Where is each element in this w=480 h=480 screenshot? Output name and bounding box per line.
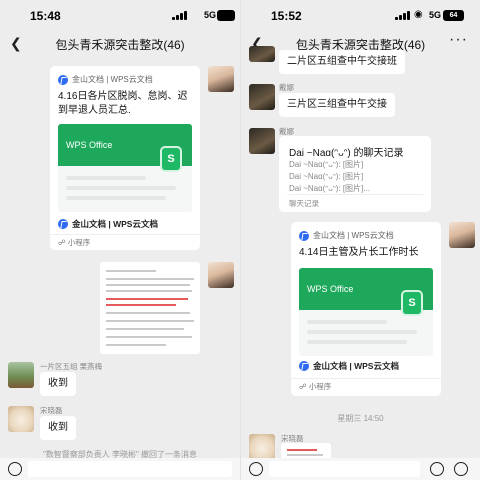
time-separator: 星期三 14:50 [337, 414, 384, 423]
card-brand-label: 金山文档 | WPS云文档 [313, 361, 399, 371]
battery-icon [217, 10, 235, 21]
card-brand: 金山文档 | WPS云文档 [299, 360, 399, 372]
message-input[interactable] [269, 461, 420, 477]
mini-program-label: ☍ 小程序 [291, 378, 441, 394]
history-line: Dai ~Naɑ(ᵔᴗᵔ): [图片] [289, 160, 364, 169]
history-line: Dai ~Naɑ(ᵔᴗᵔ): [图片]... [289, 184, 370, 193]
mini-program-label: ☍ 小程序 [50, 234, 200, 250]
card-source-label: 金山文档 | WPS云文档 [72, 75, 153, 84]
chat-header: ❮ 包头青禾源突击整改(46) [0, 28, 240, 60]
wps-banner: WPS Office S [58, 124, 192, 212]
avatar[interactable] [208, 66, 234, 92]
avatar[interactable] [208, 262, 234, 288]
mini-program-text: 小程序 [67, 238, 91, 247]
card-source: 金山文档 | WPS云文档 [58, 74, 153, 85]
input-bar [241, 458, 480, 480]
image-message[interactable] [281, 443, 331, 459]
avatar[interactable] [249, 434, 275, 460]
message-sender: 一片区五组 栗燕梅 [40, 362, 103, 371]
chat-history-card[interactable]: Dai ~Naɑ(ᵔᴗᵔ) 的聊天记录 Dai ~Naɑ(ᵔᴗᵔ): [图片] … [279, 136, 431, 212]
kingsoft-docs-icon [299, 230, 309, 241]
more-icon[interactable]: ··· [449, 31, 468, 49]
battery-icon: 64 [443, 10, 464, 21]
avatar[interactable] [249, 128, 275, 154]
history-line: Dai ~Naɑ(ᵔᴗᵔ): [图片] [289, 172, 364, 181]
signal-icon [395, 11, 411, 20]
emoji-icon[interactable] [430, 462, 444, 476]
history-title: Dai ~Naɑ(ᵔᴗᵔ) 的聊天记录 [289, 148, 404, 159]
wps-sheet-icon: S [162, 148, 180, 170]
card-brand: 金山文档 | WPS云文档 [58, 218, 158, 230]
card-source-label: 金山文档 | WPS云文档 [313, 231, 394, 240]
avatar[interactable] [249, 46, 275, 62]
kingsoft-docs-icon [299, 361, 309, 371]
card-source: 金山文档 | WPS云文档 [299, 230, 394, 241]
signal-icon [172, 11, 188, 20]
voice-icon[interactable] [8, 462, 22, 476]
message-sender: 宋晓磊 [40, 406, 63, 415]
add-icon[interactable] [454, 462, 468, 476]
card-title: 4.14日主管及片长工作时长 [299, 247, 419, 258]
link-icon: ☍ [58, 238, 66, 247]
image-message[interactable] [100, 262, 200, 354]
status-time: 15:48 [30, 9, 61, 23]
message-bubble[interactable]: 收到 [40, 416, 76, 440]
voice-icon[interactable] [249, 462, 263, 476]
message-bubble[interactable]: 收到 [40, 372, 76, 396]
message-bubble[interactable]: 三片区三组查中午交接 [279, 93, 395, 117]
message-sender: 戴娜 [279, 83, 294, 92]
card-title: 4.16日各片区脱岗、怠岗、迟到早退人员汇总. [58, 91, 188, 116]
history-footer: 聊天记录 [289, 199, 319, 208]
network-label: 5G [429, 10, 442, 20]
wps-banner: WPS Office S [299, 268, 433, 356]
input-bar [0, 458, 240, 480]
message-input[interactable] [28, 461, 232, 477]
left-chat-screen: 15:48 5G ❮ 包头青禾源突击整改(46) 金山文档 | WPS云文档 4… [0, 0, 240, 480]
wps-doc-card[interactable]: 金山文档 | WPS云文档 4.16日各片区脱岗、怠岗、迟到早退人员汇总. WP… [50, 66, 200, 250]
wps-sheet-icon: S [403, 292, 421, 314]
network-label: 5G [204, 10, 217, 20]
banner-wordmark: WPS Office [307, 284, 354, 294]
kingsoft-docs-icon [58, 219, 68, 229]
status-time: 15:52 [271, 9, 302, 23]
status-bar: 15:48 5G [0, 0, 240, 28]
avatar[interactable] [249, 84, 275, 110]
status-bar: 15:52 ◉ 5G 64 [241, 0, 480, 28]
mini-program-text: 小程序 [308, 382, 332, 391]
kingsoft-docs-icon [58, 74, 68, 85]
banner-wordmark: WPS Office [66, 140, 113, 150]
message-bubble[interactable]: 二片区五组查中午交接班 [279, 50, 405, 74]
avatar[interactable] [8, 406, 34, 432]
wifi-icon: ◉ [414, 9, 423, 20]
avatar[interactable] [8, 362, 34, 388]
right-chat-screen: 15:52 ◉ 5G 64 ❮ 包头青禾源突击整改(46) ··· 二片区五组查… [240, 0, 480, 480]
avatar[interactable] [449, 222, 475, 248]
chat-title: 包头青禾源突击整改(46) [55, 38, 185, 52]
card-brand-label: 金山文档 | WPS云文档 [72, 219, 158, 229]
link-icon: ☍ [299, 382, 307, 391]
wps-doc-card[interactable]: 金山文档 | WPS云文档 4.14日主管及片长工作时长 WPS Office … [291, 222, 441, 396]
